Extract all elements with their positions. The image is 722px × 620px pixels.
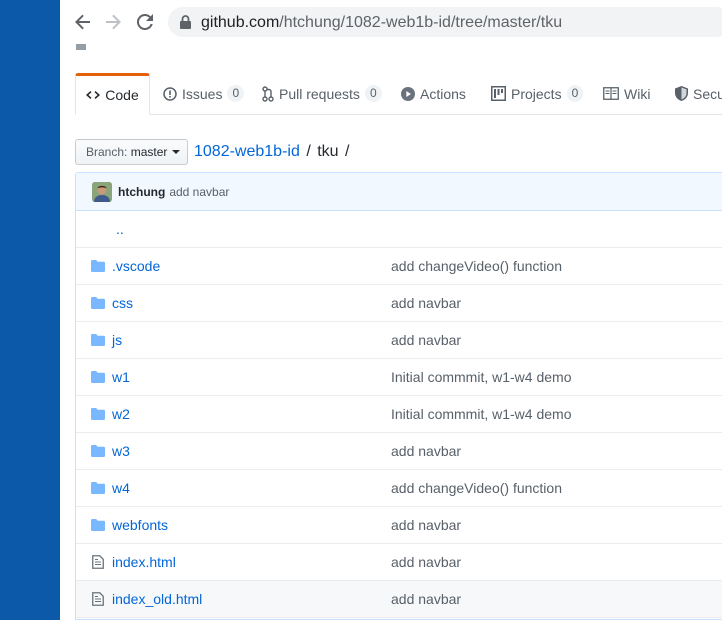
- table-row[interactable]: index.html add navbar: [76, 544, 722, 581]
- tab-issues-label: Issues: [182, 85, 223, 102]
- table-row[interactable]: .vscode add changeVideo() function: [76, 248, 722, 285]
- reload-button[interactable]: [134, 11, 156, 33]
- commit-message-link[interactable]: add navbar: [391, 591, 461, 607]
- tab-actions[interactable]: Actions: [401, 73, 466, 114]
- commit-message-link[interactable]: add navbar: [169, 185, 229, 199]
- tab-pull-requests-label: Pull requests: [279, 85, 360, 102]
- tab-wiki-label: Wiki: [624, 85, 651, 102]
- project-icon: [491, 86, 506, 101]
- file-icon: [92, 555, 104, 572]
- commit-message-link[interactable]: add navbar: [391, 295, 461, 311]
- file-listing: htchung add navbar .. .vscode add changeV…: [75, 172, 722, 620]
- file-icon: [92, 592, 104, 609]
- breadcrumb-current-folder: tku: [317, 143, 339, 160]
- table-row[interactable]: js add navbar: [76, 322, 722, 359]
- forward-button[interactable]: [102, 11, 124, 33]
- scrolled-header-remnant: [60, 44, 722, 56]
- back-button[interactable]: [72, 11, 94, 33]
- folder-icon: [91, 518, 105, 534]
- pull-requests-counter: 0: [364, 85, 382, 102]
- url-text: github.com/htchung/1082-web1b-id/tree/ma…: [201, 14, 562, 32]
- parent-directory-row[interactable]: ..: [76, 211, 722, 248]
- issues-counter: 0: [227, 85, 245, 102]
- pull-request-icon: [262, 85, 274, 102]
- folder-icon: [91, 296, 105, 312]
- branch-label: Branch:: [86, 145, 128, 159]
- shield-icon: [675, 86, 688, 101]
- latest-commit-bar: htchung add navbar: [76, 173, 722, 211]
- tab-pull-requests[interactable]: Pull requests 0: [262, 73, 382, 114]
- commit-message-link[interactable]: add changeVideo() function: [391, 480, 562, 496]
- parent-directory-link[interactable]: ..: [116, 221, 124, 237]
- folder-icon: [91, 481, 105, 497]
- folder-icon: [91, 370, 105, 386]
- tab-actions-label: Actions: [420, 85, 466, 102]
- file-name-link[interactable]: w1: [112, 369, 130, 385]
- tab-projects[interactable]: Projects 0: [491, 73, 584, 114]
- folder-icon: [91, 407, 105, 423]
- avatar[interactable]: [92, 181, 112, 202]
- commit-message-link[interactable]: Initial commmit, w1-w4 demo: [391, 406, 572, 422]
- breadcrumb-separator: /: [306, 143, 311, 160]
- caret-down-icon: [172, 150, 181, 154]
- file-name-link[interactable]: w4: [112, 480, 130, 496]
- breadcrumb: 1082-web1b-id / tku /: [194, 143, 351, 161]
- tab-projects-label: Projects: [511, 85, 562, 102]
- file-name-link[interactable]: index.html: [112, 554, 176, 570]
- commit-author-link[interactable]: htchung: [118, 185, 165, 199]
- table-row[interactable]: css add navbar: [76, 285, 722, 322]
- tab-security[interactable]: Secu: [675, 73, 722, 114]
- file-name-link[interactable]: webfonts: [112, 517, 168, 533]
- issue-icon: [163, 86, 177, 101]
- breadcrumb-repo-link[interactable]: 1082-web1b-id: [194, 143, 300, 160]
- commit-message-link[interactable]: add navbar: [391, 517, 461, 533]
- folder-icon: [91, 444, 105, 460]
- book-icon: [603, 87, 619, 100]
- address-bar[interactable]: github.com/htchung/1082-web1b-id/tree/ma…: [168, 7, 722, 37]
- browser-toolbar: github.com/htchung/1082-web1b-id/tree/ma…: [60, 0, 722, 44]
- arrow-left-icon: [75, 14, 90, 30]
- table-row[interactable]: w2 Initial commmit, w1-w4 demo: [76, 396, 722, 433]
- avatar-image: [92, 181, 112, 202]
- table-row[interactable]: w3 add navbar: [76, 433, 722, 470]
- commit-message-link[interactable]: add navbar: [391, 554, 461, 570]
- table-row[interactable]: webfonts add navbar: [76, 507, 722, 544]
- file-name-link[interactable]: css: [112, 295, 133, 311]
- code-icon: [86, 91, 101, 99]
- file-name-link[interactable]: js: [112, 332, 122, 348]
- arrow-right-icon: [106, 14, 121, 30]
- branch-select-button[interactable]: Branch: master: [75, 139, 188, 165]
- breadcrumb-separator: /: [345, 143, 350, 160]
- url-path: /htchung/1082-web1b-id/tree/master/tku: [279, 14, 563, 31]
- folder-icon: [91, 333, 105, 349]
- url-host: github.com: [201, 14, 280, 31]
- tab-security-label: Secu: [693, 85, 722, 102]
- table-row[interactable]: w4 add changeVideo() function: [76, 470, 722, 507]
- folder-icon: [91, 259, 105, 275]
- file-name-link[interactable]: index_old.html: [112, 591, 202, 607]
- repo-icon: [76, 44, 86, 50]
- lock-icon: [180, 15, 191, 29]
- table-row[interactable]: w1 Initial commmit, w1-w4 demo: [76, 359, 722, 396]
- play-icon: [401, 86, 415, 101]
- commit-message-link[interactable]: add navbar: [391, 332, 461, 348]
- table-row[interactable]: index_old.html add navbar: [76, 581, 722, 618]
- branch-value: master: [130, 145, 168, 159]
- reload-icon: [137, 14, 153, 30]
- commit-message-link[interactable]: add navbar: [391, 443, 461, 459]
- desktop-background: [0, 0, 60, 620]
- tab-wiki[interactable]: Wiki: [603, 73, 650, 114]
- browser-window: github.com/htchung/1082-web1b-id/tree/ma…: [60, 0, 722, 620]
- tab-code[interactable]: Code: [75, 73, 150, 115]
- commit-message-link[interactable]: Initial commmit, w1-w4 demo: [391, 369, 572, 385]
- tab-issues[interactable]: Issues 0: [163, 73, 245, 114]
- file-name-link[interactable]: .vscode: [112, 258, 160, 274]
- projects-counter: 0: [566, 85, 584, 102]
- file-name-link[interactable]: w3: [112, 443, 130, 459]
- repository-nav: Code Issues 0 Pull requests 0 Actions Pr…: [75, 73, 722, 115]
- commit-message-link[interactable]: add changeVideo() function: [391, 258, 562, 274]
- tab-code-label: Code: [105, 87, 139, 103]
- file-name-link[interactable]: w2: [112, 406, 130, 422]
